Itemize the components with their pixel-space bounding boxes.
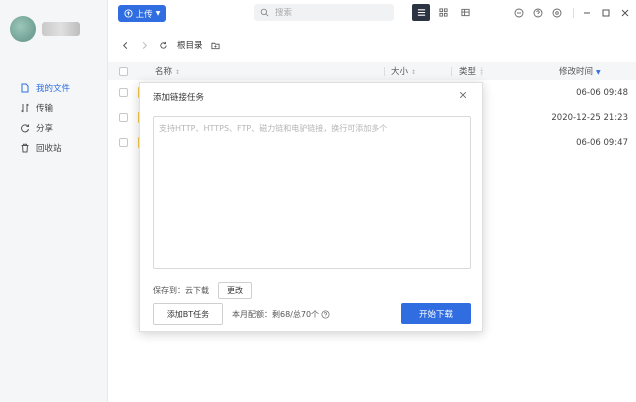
table-header: 名称↕ 大小↕ 类型↕ 修改时间▼ bbox=[108, 62, 636, 80]
column-name[interactable]: 名称 ↕ bbox=[155, 65, 180, 77]
back-button[interactable] bbox=[118, 38, 132, 52]
close-window-button[interactable] bbox=[617, 4, 633, 21]
divider bbox=[384, 67, 385, 76]
sidebar-item-label: 分享 bbox=[36, 124, 54, 134]
row-modified-time: 06-06 09:47 bbox=[576, 137, 628, 148]
dialog-close-button[interactable] bbox=[456, 88, 470, 102]
change-location-button[interactable]: 更改 bbox=[218, 282, 252, 299]
view-toggle bbox=[412, 4, 478, 21]
share-icon bbox=[20, 123, 30, 133]
select-all-checkbox[interactable] bbox=[119, 66, 128, 76]
detail-view-button[interactable] bbox=[456, 4, 474, 21]
sort-desc-icon: ▼ bbox=[596, 69, 601, 76]
minimize-icon bbox=[584, 12, 590, 13]
row-checkbox[interactable] bbox=[119, 138, 128, 147]
grid-view-button[interactable] bbox=[434, 4, 452, 21]
avatar[interactable] bbox=[10, 16, 36, 42]
sidebar-item-label: 回收站 bbox=[36, 144, 62, 154]
row-modified-time: 06-06 09:48 bbox=[576, 87, 628, 98]
help-icon bbox=[533, 8, 543, 17]
trash-icon bbox=[20, 143, 30, 153]
forward-button[interactable] bbox=[137, 38, 151, 52]
sort-icon: ↕ bbox=[411, 69, 417, 76]
add-bt-task-button[interactable]: 添加BT任务 bbox=[153, 303, 223, 325]
row-checkbox[interactable] bbox=[119, 88, 128, 97]
more-menu-icon bbox=[514, 8, 524, 17]
breadcrumb: 根目录 bbox=[108, 36, 636, 54]
column-size[interactable]: 大小 ↕ bbox=[391, 65, 416, 77]
sidebar-item-recycle-bin[interactable]: 回收站 bbox=[0, 138, 108, 158]
add-link-task-dialog: 添加链接任务 保存到：云下载 更改 添加BT任务 本月配额：剩68/总70个 开… bbox=[139, 82, 483, 332]
chevron-down-icon: ▼ bbox=[155, 10, 161, 17]
column-modified-label: 修改时间 bbox=[559, 67, 594, 77]
new-folder-button[interactable] bbox=[209, 38, 223, 52]
settings-icon bbox=[552, 8, 562, 17]
maximize-button[interactable] bbox=[598, 4, 614, 21]
search-box[interactable] bbox=[254, 4, 394, 21]
dialog-title: 添加链接任务 bbox=[153, 93, 205, 103]
new-folder-icon bbox=[211, 42, 220, 49]
help-button[interactable] bbox=[530, 4, 546, 21]
quota-info: 本月配额：剩68/总70个 bbox=[232, 309, 330, 320]
save-location-row: 保存到：云下载 更改 bbox=[153, 282, 252, 299]
chevron-right-icon bbox=[142, 41, 147, 49]
sort-icon: ↕ bbox=[175, 69, 181, 76]
upload-label: 上传 bbox=[135, 9, 153, 20]
start-download-button[interactable]: 开始下载 bbox=[401, 303, 471, 324]
file-icon bbox=[20, 83, 30, 93]
list-view-button[interactable] bbox=[412, 4, 430, 21]
column-size-label: 大小 bbox=[391, 67, 409, 77]
quota-text: 本月配额：剩68/总70个 bbox=[232, 310, 320, 319]
column-modified[interactable]: 修改时间 ▼ bbox=[559, 65, 601, 77]
save-location-label: 保存到：云下载 bbox=[153, 286, 209, 295]
window-controls bbox=[511, 4, 636, 21]
sidebar-item-label: 传输 bbox=[36, 104, 54, 114]
transfer-icon bbox=[20, 103, 30, 113]
grid-view-icon bbox=[438, 8, 448, 17]
divider bbox=[451, 67, 452, 76]
sidebar-nav: 我的文件 传输 分享 回收站 bbox=[0, 78, 108, 158]
refresh-button[interactable] bbox=[156, 38, 170, 52]
avatar-name-blurred bbox=[42, 22, 80, 36]
sidebar-item-share[interactable]: 分享 bbox=[0, 118, 108, 138]
maximize-icon bbox=[602, 9, 610, 16]
column-name-label: 名称 bbox=[155, 67, 173, 77]
sidebar-item-label: 我的文件 bbox=[36, 84, 71, 94]
close-icon bbox=[459, 91, 467, 99]
settings-button[interactable] bbox=[549, 4, 565, 21]
list-view-icon bbox=[417, 9, 425, 16]
breadcrumb-root[interactable]: 根目录 bbox=[177, 39, 203, 51]
refresh-icon bbox=[159, 41, 167, 49]
top-bar: 上传 ▼ bbox=[108, 0, 636, 26]
search-input[interactable] bbox=[275, 7, 385, 18]
divider bbox=[481, 67, 482, 76]
row-checkbox[interactable] bbox=[119, 113, 128, 122]
column-type-label: 类型 bbox=[459, 67, 477, 77]
minimize-button[interactable] bbox=[579, 4, 595, 21]
sidebar: 我的文件 传输 分享 回收站 bbox=[0, 0, 108, 402]
link-textarea[interactable] bbox=[153, 116, 471, 269]
cloud-upload-icon bbox=[124, 9, 133, 18]
divider bbox=[573, 7, 574, 18]
chevron-left-icon bbox=[122, 41, 127, 49]
help-icon[interactable] bbox=[321, 310, 330, 319]
row-modified-time: 2020-12-25 21:23 bbox=[551, 112, 628, 123]
upload-button[interactable]: 上传 ▼ bbox=[118, 5, 166, 22]
more-button[interactable] bbox=[511, 4, 527, 21]
columns-view-icon bbox=[460, 8, 470, 17]
sidebar-item-my-files[interactable]: 我的文件 bbox=[0, 78, 108, 98]
close-icon bbox=[621, 9, 629, 16]
sidebar-item-transfer[interactable]: 传输 bbox=[0, 98, 108, 118]
search-icon bbox=[260, 8, 269, 17]
